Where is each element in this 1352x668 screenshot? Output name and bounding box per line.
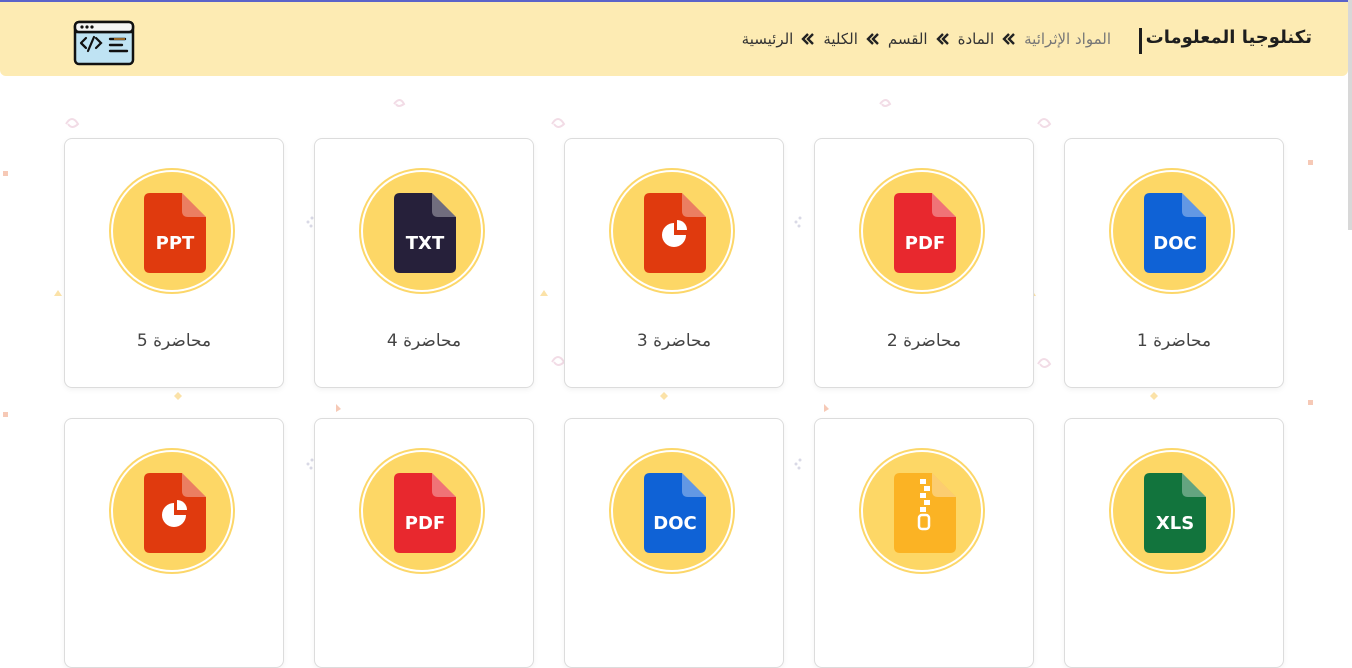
file-type-text: DOC: [653, 513, 696, 534]
file-card[interactable]: XLS: [1064, 418, 1284, 668]
page-scrollbar[interactable]: [1348, 0, 1352, 230]
card-title[interactable]: محاضرة 5: [65, 331, 283, 351]
file-type-text: XLS: [1156, 513, 1194, 534]
breadcrumb: الرئيسية الكلية القسم المادة المواد الإث…: [742, 30, 1111, 48]
pdf-file-icon: PDF: [894, 193, 956, 273]
double-chevron-left-icon: [801, 33, 815, 45]
xls-file-icon: XLS: [1144, 473, 1206, 553]
file-card[interactable]: [814, 418, 1034, 668]
file-card[interactable]: PDF: [314, 418, 534, 668]
file-card[interactable]: TXT محاضرة 4: [314, 138, 534, 388]
breadcrumb-enrichment-materials: المواد الإثرائية: [1024, 30, 1111, 48]
doc-file-icon: DOC: [1144, 193, 1206, 273]
file-card[interactable]: PDF محاضرة 2: [814, 138, 1034, 388]
zip-file-icon: [894, 473, 956, 553]
double-chevron-left-icon: [866, 33, 879, 45]
site-header: تكنلوجيا المعلومات الرئيسية الكلية القسم…: [0, 2, 1348, 76]
card-title[interactable]: محاضرة 1: [1065, 331, 1283, 351]
file-type-text: PDF: [905, 233, 945, 254]
card-title[interactable]: محاضرة 3: [565, 331, 783, 351]
breadcrumb-home[interactable]: الرئيسية: [742, 30, 794, 48]
ppt-file-icon: [144, 473, 206, 553]
double-chevron-left-icon: [1002, 33, 1015, 45]
file-type-text: PPT: [156, 233, 195, 254]
file-card[interactable]: محاضرة 3: [564, 138, 784, 388]
file-card[interactable]: [64, 418, 284, 668]
code-window-icon[interactable]: [73, 20, 135, 66]
file-type-text: PDF: [405, 513, 445, 534]
file-card[interactable]: DOC: [564, 418, 784, 668]
card-title[interactable]: محاضرة 4: [315, 331, 533, 351]
txt-file-icon: TXT: [394, 193, 456, 273]
double-chevron-left-icon: [935, 33, 949, 45]
file-type-text: TXT: [406, 233, 445, 254]
file-card[interactable]: PPT محاضرة 5: [64, 138, 284, 388]
breadcrumb-department[interactable]: القسم: [888, 30, 928, 48]
file-card[interactable]: DOC محاضرة 1: [1064, 138, 1284, 388]
breadcrumb-subject[interactable]: المادة: [958, 30, 995, 48]
site-title[interactable]: تكنلوجيا المعلومات: [1146, 27, 1312, 48]
breadcrumb-college[interactable]: الكلية: [823, 30, 858, 48]
pdf-file-icon: PDF: [394, 473, 456, 553]
card-title[interactable]: محاضرة 2: [815, 331, 1033, 351]
title-separator: [1139, 28, 1142, 54]
ppt-file-icon: PPT: [144, 193, 206, 273]
doc-file-icon: DOC: [644, 473, 706, 553]
file-type-text: DOC: [1153, 233, 1196, 254]
ppt-file-icon: [644, 193, 706, 273]
